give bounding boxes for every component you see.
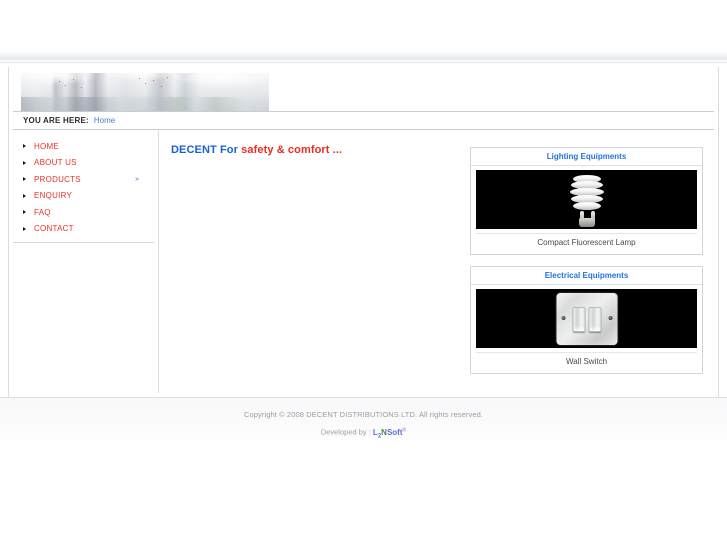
- triangle-right-icon: [23, 177, 26, 182]
- header-banner: [13, 67, 714, 111]
- product-caption: Wall Switch: [476, 352, 697, 370]
- sidebar-item-label: CONTACT: [34, 224, 74, 234]
- triangle-right-icon: [23, 144, 26, 149]
- sidebar-item-label: FAQ: [34, 207, 51, 217]
- compact-fluorescent-lamp-image: [476, 170, 697, 229]
- sidebar-item-contact[interactable]: CONTACT: [13, 221, 154, 238]
- bottom-whitespace: [0, 445, 727, 545]
- sidebar-item-products[interactable]: PRODUCTS »: [13, 171, 154, 188]
- cfl-base: [578, 218, 595, 227]
- chevrons-right-icon: »: [135, 175, 139, 183]
- wall-switch-image: [476, 289, 697, 348]
- top-whitespace: [0, 0, 727, 50]
- sidebar-item-label: HOME: [34, 141, 59, 151]
- page-title-primary: DECENT For: [171, 144, 242, 156]
- sidebar-item-label: ENQUIRY: [34, 191, 73, 201]
- main-content: DECENT For safety & comfort ... Lighting…: [159, 130, 714, 393]
- product-card-lighting[interactable]: Lighting Equipments Compact Fluorescent …: [470, 147, 703, 255]
- banner-photo: [21, 67, 269, 111]
- triangle-right-icon: [23, 193, 26, 198]
- sidebar-item-faq[interactable]: FAQ: [13, 204, 154, 221]
- triangle-right-icon: [23, 160, 26, 165]
- sidebar-item-label: PRODUCTS: [34, 174, 81, 184]
- footer-developed-label: Developed by :: [320, 427, 373, 437]
- sidebar: HOME ABOUT US PRODUCTS » ENQUIRY FAQ CON…: [13, 130, 159, 393]
- sidebar-item-enquiry[interactable]: ENQUIRY: [13, 188, 154, 205]
- sidebar-item-label: ABOUT US: [34, 158, 77, 168]
- triangle-right-icon: [23, 226, 26, 231]
- sidebar-nav: HOME ABOUT US PRODUCTS » ENQUIRY FAQ CON…: [13, 138, 154, 243]
- page-container: YOU ARE HERE: Home HOME ABOUT US PRODUCTS: [8, 67, 719, 397]
- sidebar-item-about-us[interactable]: ABOUT US: [13, 155, 154, 172]
- wall-switch-graphic: [556, 293, 617, 345]
- brand-word-soft: Soft: [386, 427, 403, 437]
- footer-developed-by: Developed by : L2NSoft®: [0, 427, 727, 439]
- registered-trademark-icon: ®: [402, 427, 407, 433]
- breadcrumb-item-home[interactable]: Home: [94, 116, 115, 125]
- product-card-title: Electrical Equipments: [471, 267, 702, 285]
- top-gradient-band: [0, 50, 727, 63]
- product-caption: Compact Fluorescent Lamp: [476, 233, 697, 251]
- page-title-accent: safety & comfort ...: [241, 144, 343, 156]
- triangle-right-icon: [23, 210, 26, 215]
- sidebar-item-home[interactable]: HOME: [13, 138, 154, 155]
- body-columns: HOME ABOUT US PRODUCTS » ENQUIRY FAQ CON…: [13, 130, 714, 393]
- breadcrumb-label: YOU ARE HERE:: [23, 116, 89, 125]
- main-content-left: DECENT For safety & comfort ...: [159, 130, 470, 393]
- product-image-wrapper: [471, 166, 702, 231]
- l2nsoft-logo[interactable]: L2NSoft®: [373, 427, 407, 439]
- page-title: DECENT For safety & comfort ...: [171, 144, 470, 156]
- product-card-electrical[interactable]: Electrical Equipments Wall Switch: [470, 266, 703, 374]
- footer-copyright: Copyright © 2008 DECENT DISTRIBUTIONS LT…: [243, 410, 484, 419]
- footer: Copyright © 2008 DECENT DISTRIBUTIONS LT…: [0, 398, 727, 445]
- cfl-bulb-graphic: [567, 173, 607, 227]
- product-card-title: Lighting Equipments: [471, 148, 702, 166]
- breadcrumb: YOU ARE HERE: Home: [13, 111, 714, 130]
- product-image-wrapper: [471, 285, 702, 350]
- product-rail: Lighting Equipments Compact Fluorescent …: [470, 130, 714, 393]
